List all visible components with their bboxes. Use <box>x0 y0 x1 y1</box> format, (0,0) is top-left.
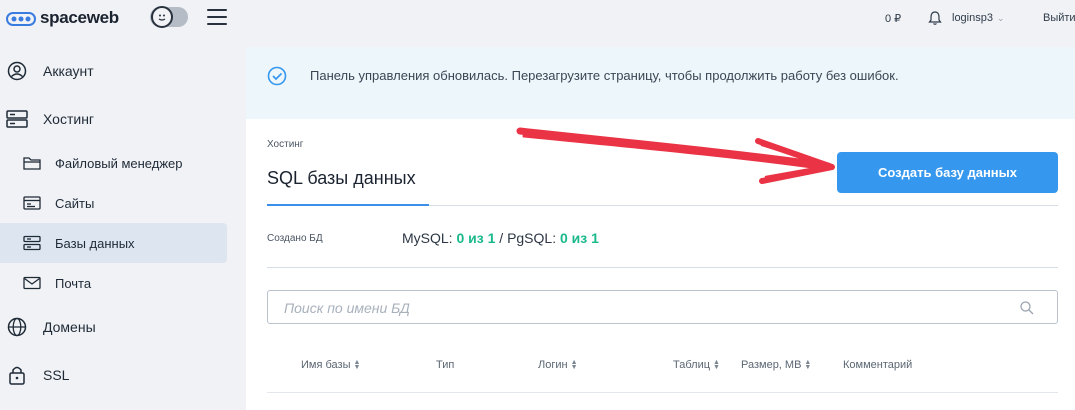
account-balance[interactable]: 0 ₽ <box>885 12 901 25</box>
sidebar-item-databases[interactable]: Базы данных <box>0 223 227 263</box>
created-count-label: Создано БД <box>267 233 323 244</box>
server-icon <box>6 108 28 130</box>
logo[interactable]: spaceweb <box>6 8 119 28</box>
sidebar-item-label: Файловый менеджер <box>55 155 183 171</box>
column-header-tables[interactable]: Таблиц ▲ ▼ <box>673 359 720 371</box>
page-title: SQL базы данных <box>267 168 416 188</box>
main-panel: Панель управления обновилась. Перезагруз… <box>246 47 1075 410</box>
table-header-divider <box>267 392 1058 393</box>
sidebar-item-label: Домены <box>43 319 96 335</box>
globe-icon <box>6 316 28 338</box>
column-header-label: Таблиц <box>673 359 711 371</box>
search-icon[interactable] <box>1019 300 1035 316</box>
menu-burger-icon[interactable] <box>207 9 227 25</box>
pgsql-label: PgSQL: <box>507 230 557 246</box>
pgsql-count: 0 из 1 <box>559 230 599 246</box>
search-input[interactable] <box>284 298 984 318</box>
lock-icon <box>6 364 28 386</box>
column-header-label: Комментарий <box>843 359 913 371</box>
column-header-login[interactable]: Логин ▲ ▼ <box>538 359 578 371</box>
logout-link[interactable]: Выйти <box>1043 12 1075 24</box>
spaceweb-logo-icon <box>6 12 36 26</box>
sidebar-item-file-manager[interactable]: Файловый менеджер <box>0 143 232 183</box>
column-header-label: Размер, MB <box>741 359 802 371</box>
bell-icon[interactable] <box>927 10 943 26</box>
column-header-type[interactable]: Тип <box>436 359 454 371</box>
sort-icon: ▲ ▼ <box>570 359 578 371</box>
sort-icon: ▲ ▼ <box>353 359 361 371</box>
sidebar-item-account[interactable]: Аккаунт <box>0 47 232 95</box>
created-count-values: MySQL: 0 из 1 / PgSQL: 0 из 1 <box>402 230 599 246</box>
search-box <box>267 290 1058 324</box>
sidebar-item-label: Базы данных <box>55 235 135 251</box>
user-menu[interactable]: loginsp3 ⌄ <box>952 12 1005 24</box>
sites-icon <box>23 194 41 212</box>
sidebar-item-label: SSL <box>43 367 70 383</box>
column-header-comment[interactable]: Комментарий <box>843 359 912 371</box>
update-notice: Панель управления обновилась. Перезагруз… <box>246 47 1075 119</box>
column-header-name[interactable]: Имя базы ▲ ▼ <box>301 359 360 371</box>
sidebar-item-label: Сайты <box>55 195 95 211</box>
check-circle-icon <box>267 66 287 86</box>
sidebar-item-hosting[interactable]: Хостинг <box>0 95 232 143</box>
sidebar-item-ssl[interactable]: SSL <box>0 351 232 399</box>
mysql-count: 0 из 1 <box>456 230 496 246</box>
sidebar: Аккаунт Хостинг Файловый менеджер Сайты … <box>0 47 232 399</box>
sidebar-item-label: Почта <box>55 275 92 291</box>
mail-icon <box>23 274 41 292</box>
stats-divider <box>267 267 1058 268</box>
top-bar: spaceweb 0 ₽ loginsp3 ⌄ Выйти <box>0 0 1075 40</box>
create-database-button[interactable]: Создать базу данных <box>837 152 1058 193</box>
notice-text: Панель управления обновилась. Перезагруз… <box>310 68 899 83</box>
title-underline <box>267 204 429 206</box>
username: loginsp3 <box>952 12 993 24</box>
column-header-label: Тип <box>436 359 455 371</box>
chevron-down-icon: ⌄ <box>996 12 1005 23</box>
sidebar-item-domains[interactable]: Домены <box>0 303 232 351</box>
sidebar-item-mail[interactable]: Почта <box>0 263 232 303</box>
theme-face-icon <box>151 6 173 28</box>
sort-icon: ▲ ▼ <box>713 359 720 371</box>
breadcrumb[interactable]: Хостинг <box>267 139 303 150</box>
folder-icon <box>23 154 41 172</box>
sort-icon: ▲ ▼ <box>804 359 812 371</box>
sidebar-item-sites[interactable]: Сайты <box>0 183 232 223</box>
sidebar-item-label: Аккаунт <box>43 63 94 79</box>
database-icon <box>23 234 41 252</box>
column-header-label: Имя базы <box>301 359 351 371</box>
logo-text: spaceweb <box>40 8 119 27</box>
sidebar-item-label: Хостинг <box>43 111 95 127</box>
column-header-size[interactable]: Размер, MB ▲ ▼ <box>741 359 811 371</box>
stats-separator: / <box>499 230 504 246</box>
theme-toggle[interactable] <box>150 6 188 28</box>
column-header-label: Логин <box>538 359 568 371</box>
account-icon <box>6 60 28 82</box>
mysql-label: MySQL: <box>402 230 453 246</box>
